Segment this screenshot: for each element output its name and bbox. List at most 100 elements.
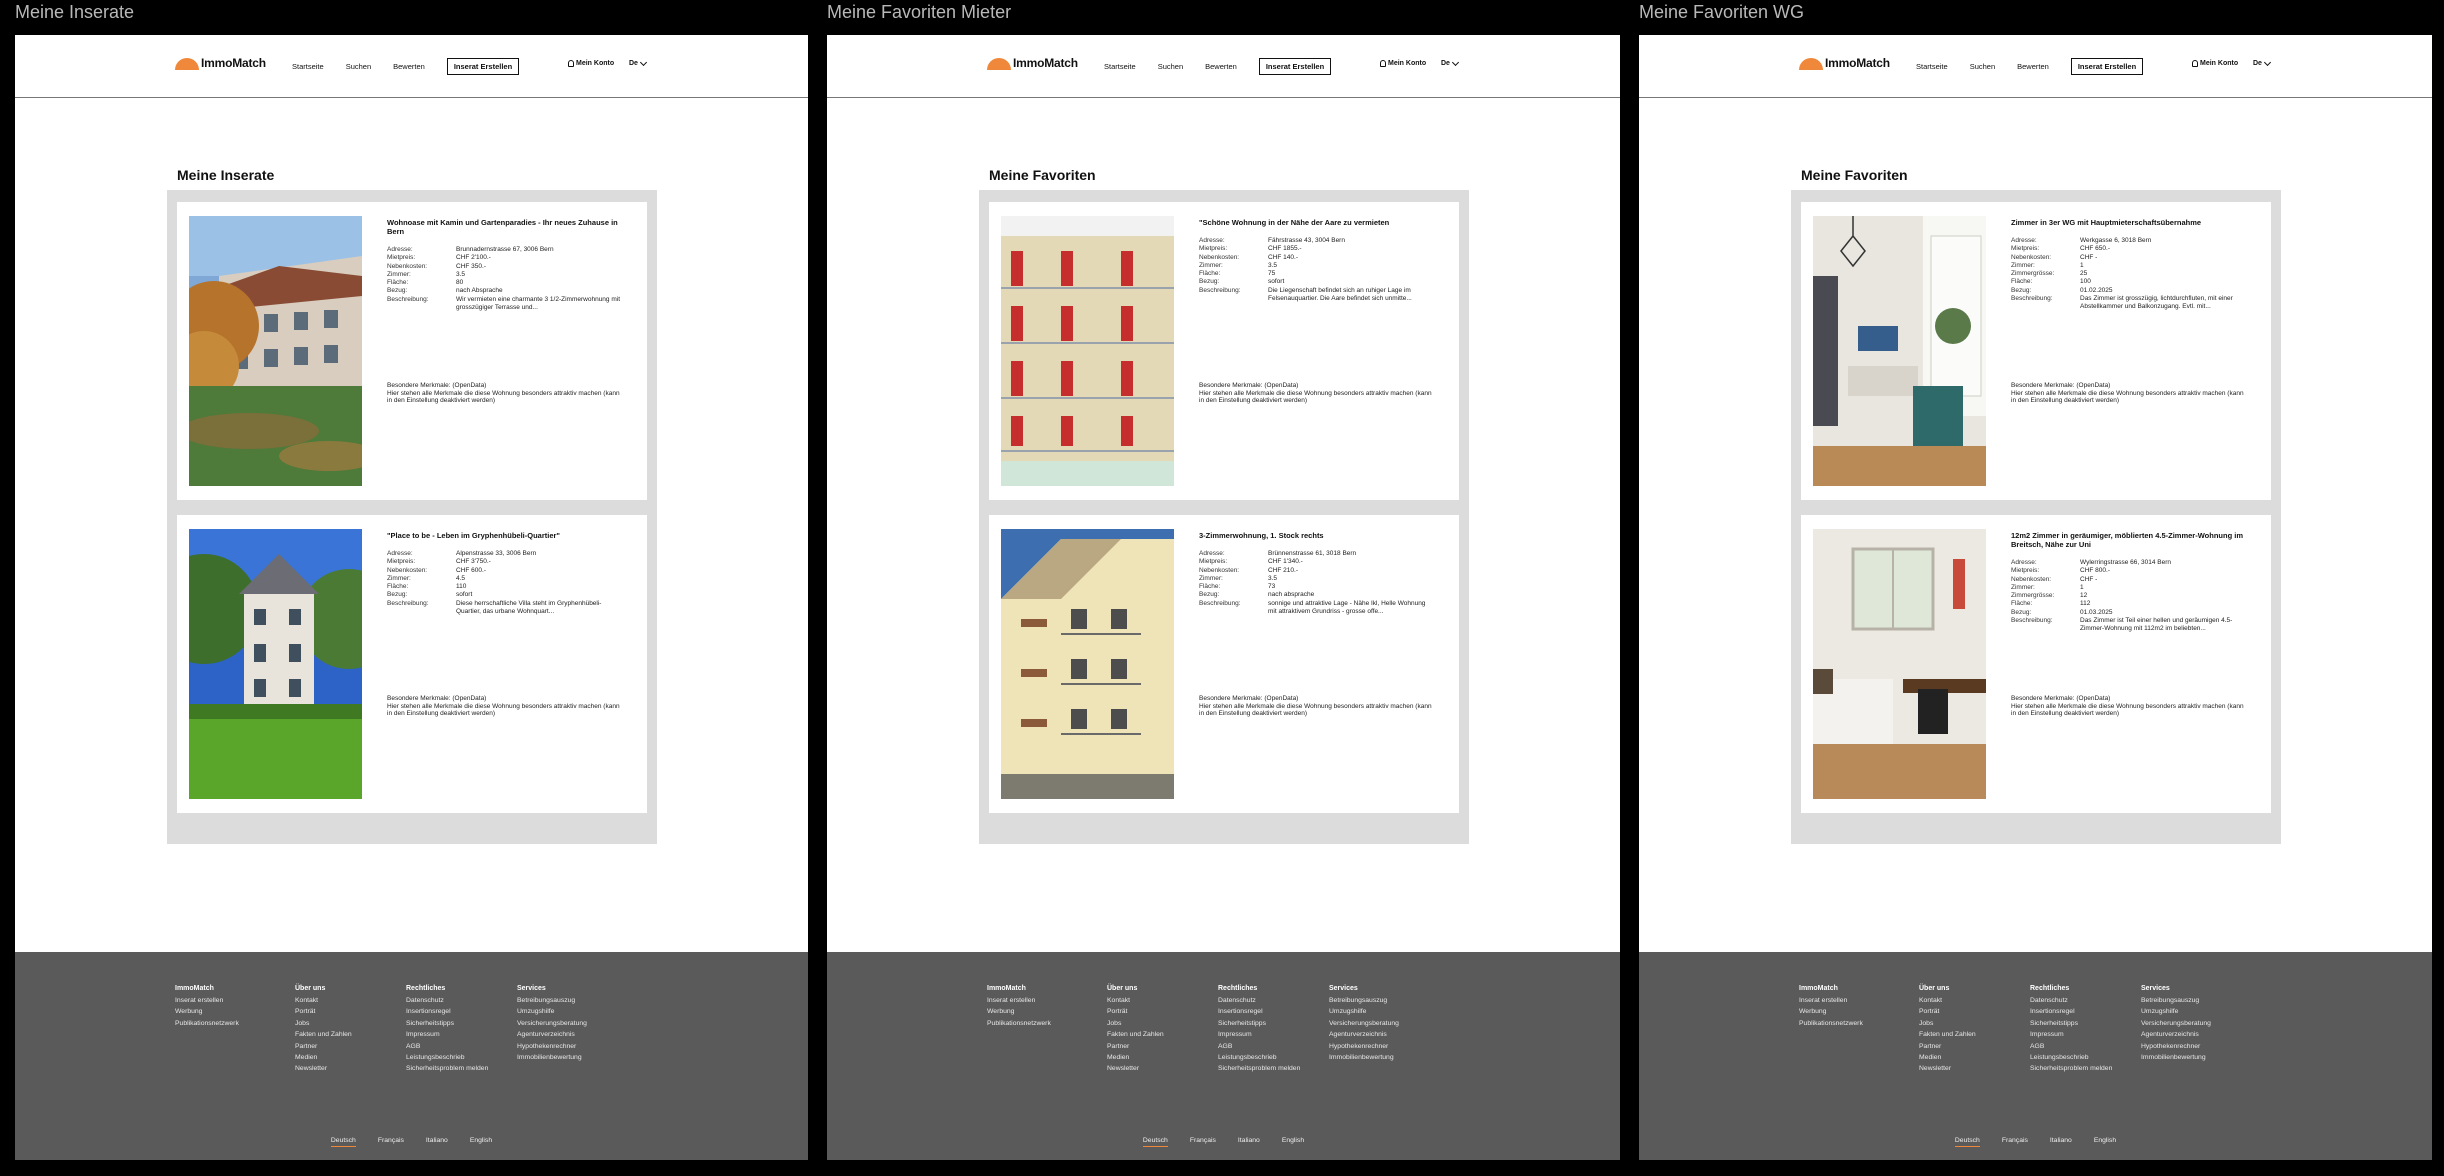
footer-link[interactable]: Publikationsnetzwerk bbox=[175, 1018, 239, 1029]
footer-link[interactable]: Jobs bbox=[295, 1018, 352, 1029]
footer-link[interactable]: Fakten und Zahlen bbox=[1919, 1029, 1976, 1040]
footer-link[interactable]: Medien bbox=[295, 1052, 352, 1063]
footer-lang-english[interactable]: English bbox=[1282, 1137, 1304, 1147]
footer-link[interactable]: Umzugshilfe bbox=[517, 1006, 587, 1017]
listing-card[interactable]: "Place to be - Leben im Gryphenhübeli-Qu… bbox=[177, 515, 647, 813]
footer-lang-italiano[interactable]: Italiano bbox=[2050, 1137, 2072, 1147]
footer-lang-english[interactable]: English bbox=[470, 1137, 492, 1147]
footer-link[interactable]: Partner bbox=[1919, 1041, 1976, 1052]
footer-link[interactable]: Immobilienbewertung bbox=[2141, 1052, 2211, 1063]
nav-suchen[interactable]: Suchen bbox=[1970, 62, 1995, 71]
footer-link[interactable]: Sicherheitsproblem melden bbox=[2030, 1063, 2112, 1074]
listing-title[interactable]: 12m2 Zimmer in geräumiger, möblierten 4.… bbox=[2011, 531, 2246, 549]
footer-link[interactable]: Sicherheitsproblem melden bbox=[1218, 1063, 1300, 1074]
footer-link[interactable]: Hypothekenrechner bbox=[517, 1041, 587, 1052]
footer-link[interactable]: Insertionsregel bbox=[406, 1006, 488, 1017]
footer-link[interactable]: Hypothekenrechner bbox=[2141, 1041, 2211, 1052]
nav-bewerten[interactable]: Bewerten bbox=[393, 62, 425, 71]
footer-link[interactable]: Impressum bbox=[406, 1029, 488, 1040]
listing-card[interactable]: 3-Zimmerwohnung, 1. Stock rechts Adresse… bbox=[989, 515, 1459, 813]
footer-link[interactable]: Umzugshilfe bbox=[2141, 1006, 2211, 1017]
footer-lang-francais[interactable]: Français bbox=[378, 1137, 404, 1147]
account-link[interactable]: Mein Konto bbox=[2192, 60, 2238, 67]
footer-link[interactable]: Leistungsbeschrieb bbox=[406, 1052, 488, 1063]
footer-link[interactable]: Betreibungsauszug bbox=[517, 995, 587, 1006]
nav-startseite[interactable]: Startseite bbox=[1104, 62, 1136, 71]
listing-card[interactable]: Zimmer in 3er WG mit Hauptmieterschaftsü… bbox=[1801, 202, 2271, 500]
account-link[interactable]: Mein Konto bbox=[568, 60, 614, 67]
listing-photo[interactable] bbox=[1813, 216, 1986, 486]
footer-link[interactable]: Medien bbox=[1919, 1052, 1976, 1063]
footer-link[interactable]: AGB bbox=[2030, 1041, 2112, 1052]
footer-link[interactable]: Betreibungsauszug bbox=[1329, 995, 1399, 1006]
footer-link[interactable]: Sicherheitstipps bbox=[406, 1018, 488, 1029]
listing-photo[interactable] bbox=[1001, 216, 1174, 486]
footer-link[interactable]: Fakten und Zahlen bbox=[1107, 1029, 1164, 1040]
footer-link[interactable]: Sicherheitstipps bbox=[2030, 1018, 2112, 1029]
footer-link[interactable]: Insertionsregel bbox=[1218, 1006, 1300, 1017]
footer-lang-francais[interactable]: Français bbox=[2002, 1137, 2028, 1147]
footer-link[interactable]: Jobs bbox=[1107, 1018, 1164, 1029]
listing-photo[interactable] bbox=[189, 529, 362, 799]
nav-bewerten[interactable]: Bewerten bbox=[2017, 62, 2049, 71]
footer-link[interactable]: Jobs bbox=[1919, 1018, 1976, 1029]
footer-link[interactable]: Leistungsbeschrieb bbox=[1218, 1052, 1300, 1063]
footer-link[interactable]: Sicherheitstipps bbox=[1218, 1018, 1300, 1029]
footer-link[interactable]: Impressum bbox=[2030, 1029, 2112, 1040]
footer-link[interactable]: Publikationsnetzwerk bbox=[1799, 1018, 1863, 1029]
footer-link[interactable]: Datenschutz bbox=[2030, 995, 2112, 1006]
footer-lang-deutsch[interactable]: Deutsch bbox=[330, 1137, 356, 1147]
listing-card[interactable]: 12m2 Zimmer in geräumiger, möblierten 4.… bbox=[1801, 515, 2271, 813]
language-select[interactable]: De bbox=[1441, 58, 1459, 67]
listing-card[interactable]: "Schöne Wohnung in der Nähe der Aare zu … bbox=[989, 202, 1459, 500]
nav-startseite[interactable]: Startseite bbox=[1916, 62, 1948, 71]
nav-suchen[interactable]: Suchen bbox=[346, 62, 371, 71]
logo[interactable]: ImmoMatch bbox=[175, 53, 266, 73]
nav-suchen[interactable]: Suchen bbox=[1158, 62, 1183, 71]
language-select[interactable]: De bbox=[2253, 58, 2271, 67]
inserat-erstellen-button[interactable]: Inserat Erstellen bbox=[1258, 58, 1332, 75]
footer-link[interactable]: Kontakt bbox=[1919, 995, 1976, 1006]
footer-link[interactable]: Agenturverzeichnis bbox=[517, 1029, 587, 1040]
footer-link[interactable]: Datenschutz bbox=[406, 995, 488, 1006]
footer-link[interactable]: Immobilienbewertung bbox=[517, 1052, 587, 1063]
listing-title[interactable]: "Place to be - Leben im Gryphenhübeli-Qu… bbox=[387, 531, 622, 540]
logo[interactable]: ImmoMatch bbox=[1799, 53, 1890, 73]
footer-link[interactable]: Werbung bbox=[987, 1006, 1051, 1017]
footer-link[interactable]: Porträt bbox=[1107, 1006, 1164, 1017]
footer-link[interactable]: Partner bbox=[1107, 1041, 1164, 1052]
footer-link[interactable]: Inserat erstellen bbox=[1799, 995, 1863, 1006]
footer-link[interactable]: Medien bbox=[1107, 1052, 1164, 1063]
footer-link[interactable]: Sicherheitsproblem melden bbox=[406, 1063, 488, 1074]
footer-link[interactable]: AGB bbox=[406, 1041, 488, 1052]
footer-link[interactable]: Werbung bbox=[1799, 1006, 1863, 1017]
account-link[interactable]: Mein Konto bbox=[1380, 60, 1426, 67]
footer-link[interactable]: Porträt bbox=[1919, 1006, 1976, 1017]
listing-title[interactable]: 3-Zimmerwohnung, 1. Stock rechts bbox=[1199, 531, 1434, 540]
footer-link[interactable]: Newsletter bbox=[1107, 1063, 1164, 1074]
listing-title[interactable]: "Schöne Wohnung in der Nähe der Aare zu … bbox=[1199, 218, 1434, 227]
footer-lang-english[interactable]: English bbox=[2094, 1137, 2116, 1147]
listing-title[interactable]: Wohnoase mit Kamin und Gartenparadies - … bbox=[387, 218, 622, 236]
footer-link[interactable]: Partner bbox=[295, 1041, 352, 1052]
footer-lang-deutsch[interactable]: Deutsch bbox=[1954, 1137, 1980, 1147]
inserat-erstellen-button[interactable]: Inserat Erstellen bbox=[2070, 58, 2144, 75]
footer-link[interactable]: Datenschutz bbox=[1218, 995, 1300, 1006]
footer-link[interactable]: Kontakt bbox=[295, 995, 352, 1006]
listing-card[interactable]: Wohnoase mit Kamin und Gartenparadies - … bbox=[177, 202, 647, 500]
footer-link[interactable]: Fakten und Zahlen bbox=[295, 1029, 352, 1040]
footer-link[interactable]: Agenturverzeichnis bbox=[2141, 1029, 2211, 1040]
language-select[interactable]: De bbox=[629, 58, 647, 67]
footer-lang-francais[interactable]: Français bbox=[1190, 1137, 1216, 1147]
nav-bewerten[interactable]: Bewerten bbox=[1205, 62, 1237, 71]
logo[interactable]: ImmoMatch bbox=[987, 53, 1078, 73]
footer-lang-italiano[interactable]: Italiano bbox=[1238, 1137, 1260, 1147]
footer-link[interactable]: Versicherungsberatung bbox=[2141, 1018, 2211, 1029]
footer-link[interactable]: Betreibungsauszug bbox=[2141, 995, 2211, 1006]
listing-title[interactable]: Zimmer in 3er WG mit Hauptmieterschaftsü… bbox=[2011, 218, 2246, 227]
footer-link[interactable]: Immobilienbewertung bbox=[1329, 1052, 1399, 1063]
footer-link[interactable]: Versicherungsberatung bbox=[1329, 1018, 1399, 1029]
listing-photo[interactable] bbox=[1813, 529, 1986, 799]
footer-link[interactable]: Newsletter bbox=[1919, 1063, 1976, 1074]
listing-photo[interactable] bbox=[1001, 529, 1174, 799]
